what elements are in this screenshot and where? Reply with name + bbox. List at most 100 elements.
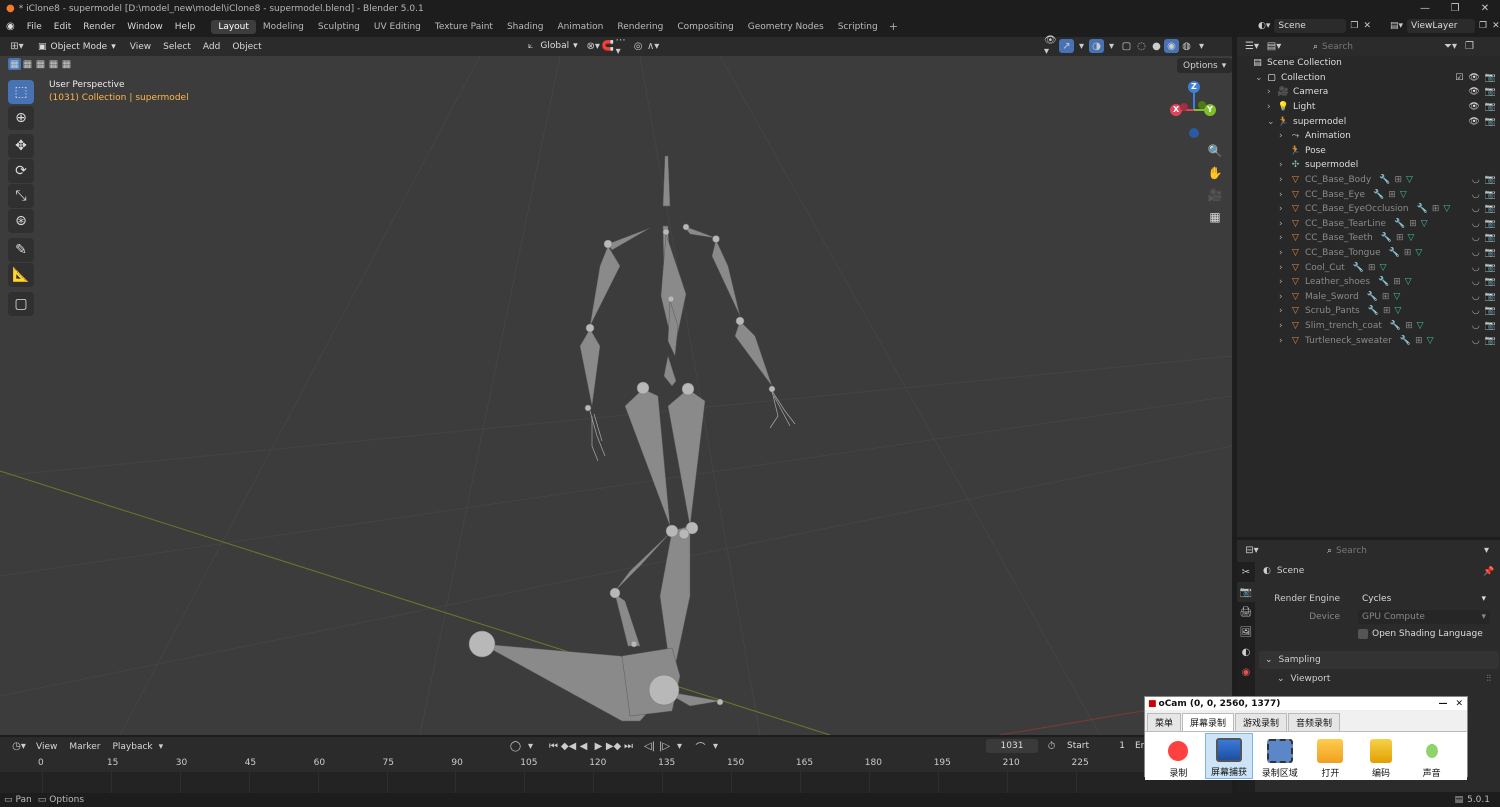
ocam-record-area-button[interactable]: 录制区域 <box>1255 733 1304 779</box>
tab-rendering[interactable]: Rendering <box>610 20 670 34</box>
chevron-right-icon[interactable]: › <box>1279 336 1289 346</box>
ocam-tab-audio-record[interactable]: 音频录制 <box>1288 713 1341 731</box>
cursor-tool[interactable]: ⊕ <box>8 106 34 130</box>
hidden-eye-icon[interactable]: ◡ <box>1472 306 1480 316</box>
scene-icon[interactable]: ◐▾ <box>1258 21 1270 31</box>
hidden-eye-icon[interactable]: ◡ <box>1472 263 1480 273</box>
world-tab-icon[interactable]: ◉ <box>1237 662 1255 682</box>
select-invert-icon[interactable]: ▦ <box>47 58 60 70</box>
osl-checkbox[interactable] <box>1358 629 1368 639</box>
output-tab-icon[interactable]: 🖨 <box>1237 602 1255 622</box>
ocam-title-bar[interactable]: ■ oCam (0, 0, 2560, 1377) — ✕ <box>1145 697 1467 710</box>
outliner-row[interactable]: › ▽ CC_Base_TearLine 🔧 ⊞ ▽ ◡ 📷 <box>1237 217 1500 232</box>
measure-tool[interactable]: 📐 <box>8 263 34 287</box>
close-icon[interactable]: ✕ <box>1470 0 1500 17</box>
ocam-tab-game-record[interactable]: 游戏录制 <box>1235 713 1288 731</box>
render-camera-icon[interactable]: 📷 <box>1485 336 1496 346</box>
maximize-icon[interactable]: ❐ <box>1440 0 1470 17</box>
ocam-encode-button[interactable]: 编码 <box>1357 733 1406 779</box>
outliner-row[interactable]: › ▽ CC_Base_Eye 🔧 ⊞ ▽ ◡ 📷 <box>1237 187 1500 202</box>
tab-compositing[interactable]: Compositing <box>670 20 740 34</box>
eye-icon[interactable]: 👁 <box>1468 73 1479 83</box>
blender-menu-icon[interactable]: ◉ <box>0 21 21 32</box>
filter-icon[interactable]: ⏷▾ <box>1443 40 1458 54</box>
ortho-toggle-button[interactable]: ▦ <box>1204 206 1226 228</box>
render-camera-icon[interactable]: 📷 <box>1485 233 1496 243</box>
outliner-row[interactable]: › ▽ CC_Base_Teeth 🔧 ⊞ ▽ ◡ 📷 <box>1237 231 1500 246</box>
solid-shading-icon[interactable]: ● <box>1149 39 1164 53</box>
ocam-minimize-icon[interactable]: — <box>1438 699 1447 709</box>
chevron-right-icon[interactable]: › <box>1279 248 1289 258</box>
overlay-toggle-icon[interactable]: ◑ <box>1089 39 1104 53</box>
pan-button[interactable]: ✋ <box>1204 162 1226 184</box>
sampling-panel[interactable]: ⌄ Sampling <box>1259 651 1499 669</box>
outliner-row[interactable]: › ▽ CC_Base_Tongue 🔧 ⊞ ▽ ◡ 📷 <box>1237 246 1500 261</box>
add-cube-tool[interactable]: ▢ <box>8 292 34 316</box>
properties-editor-type-icon[interactable]: ⊟▾ <box>1241 544 1263 558</box>
hidden-eye-icon[interactable]: ◡ <box>1472 336 1480 346</box>
chevron-right-icon[interactable]: › <box>1279 263 1289 273</box>
marker-dropdown-icon[interactable]: ▾ <box>672 739 687 753</box>
hidden-eye-icon[interactable]: ◡ <box>1472 233 1480 243</box>
hidden-eye-icon[interactable]: ◡ <box>1472 248 1480 258</box>
outliner-search[interactable]: ⌕ Search <box>1309 39 1395 54</box>
hidden-eye-icon[interactable]: ◡ <box>1472 175 1480 185</box>
chevron-right-icon[interactable]: › <box>1279 277 1289 287</box>
tab-scripting[interactable]: Scripting <box>831 20 885 34</box>
render-tab-icon[interactable]: 📷 <box>1237 582 1255 602</box>
render-camera-icon[interactable]: 📷 <box>1485 73 1496 83</box>
tab-sculpting[interactable]: Sculpting <box>311 20 367 34</box>
timeline-menu-view[interactable]: View <box>30 742 63 752</box>
render-camera-icon[interactable]: 📷 <box>1485 248 1496 258</box>
view-layer-icon[interactable]: ▤▾ <box>1390 21 1403 31</box>
chevron-right-icon[interactable]: › <box>1279 219 1289 229</box>
ocam-record-button[interactable]: 录制 <box>1154 733 1203 779</box>
hidden-eye-icon[interactable]: ◡ <box>1472 204 1480 214</box>
viewport-menu-add[interactable]: Add <box>197 42 226 52</box>
start-frame-field[interactable]: Start 1 <box>1063 739 1129 753</box>
chevron-right-icon[interactable]: › <box>1267 102 1277 112</box>
outliner-row[interactable]: › ▽ Slim_trench_coat 🔧 ⊞ ▽ ◡ 📷 <box>1237 319 1500 334</box>
scene-collection-row[interactable]: ▤ Scene Collection <box>1237 56 1500 71</box>
outliner-row[interactable]: › ▽ Turtleneck_sweater 🔧 ⊞ ▽ ◡ 📷 <box>1237 333 1500 348</box>
navigation-gizmo[interactable]: Z X Y <box>1166 80 1226 140</box>
keying-dropdown-icon[interactable]: ▾ <box>523 739 538 753</box>
hidden-eye-icon[interactable]: ◡ <box>1472 219 1480 229</box>
outliner-row[interactable]: › ▽ Male_Sword 🔧 ⊞ ▽ ◡ 📷 <box>1237 290 1500 305</box>
wireframe-shading-icon[interactable]: ◌ <box>1134 39 1149 53</box>
current-frame-field[interactable]: 1031 <box>986 739 1038 753</box>
timeline-area[interactable]: 0 15 30 45 60 75 90 105 120 135 150 165 180 195 210 225 <box>0 756 1232 793</box>
chevron-right-icon[interactable]: › <box>1279 160 1289 170</box>
visibility-icon[interactable]: 👁▾ <box>1044 35 1059 57</box>
next-marker-icon[interactable]: |▷ <box>657 739 672 753</box>
auto-keying-icon[interactable]: ◯ <box>508 739 523 753</box>
tab-uv-editing[interactable]: UV Editing <box>367 20 428 34</box>
gizmo-toggle-icon[interactable]: ↗ <box>1059 39 1074 53</box>
eye-icon[interactable]: 👁 <box>1468 87 1479 97</box>
overlay-dropdown-icon[interactable]: ▾ <box>1104 39 1119 53</box>
render-camera-icon[interactable]: 📷 <box>1485 321 1496 331</box>
outliner-row[interactable]: › ▽ Scrub_Pants 🔧 ⊞ ▽ ◡ 📷 <box>1237 304 1500 319</box>
presets-icon[interactable]: ⫶⫶ <box>1486 674 1491 684</box>
timeline-editor-type-icon[interactable]: ◷▾ <box>8 740 30 754</box>
ocam-screen-capture-button[interactable]: 屏幕捕获 <box>1204 733 1254 779</box>
tab-texture-paint[interactable]: Texture Paint <box>428 20 500 34</box>
tab-modeling[interactable]: Modeling <box>256 20 311 34</box>
rendered-shading-icon[interactable]: ◍ <box>1179 39 1194 53</box>
ocam-tab-menu[interactable]: 菜单 <box>1147 713 1182 731</box>
viewport-menu-view[interactable]: View <box>124 42 157 52</box>
select-intersect-icon[interactable]: ▦ <box>60 58 73 70</box>
outliner-row[interactable]: › ✣ supermodel <box>1237 158 1500 173</box>
tab-layout[interactable]: Layout <box>211 19 256 34</box>
stopwatch-icon[interactable]: ⏱ <box>1044 739 1059 753</box>
menu-window[interactable]: Window <box>121 22 169 32</box>
ocam-tab-screen-record[interactable]: 屏幕录制 <box>1182 713 1235 731</box>
rotate-tool[interactable]: ⟳ <box>8 159 34 183</box>
outliner-row[interactable]: › ▽ CC_Base_Body 🔧 ⊞ ▽ ◡ 📷 <box>1237 173 1500 188</box>
select-new-icon[interactable]: ▦ <box>8 58 21 70</box>
menu-help[interactable]: Help <box>169 22 202 32</box>
chevron-right-icon[interactable]: › <box>1279 190 1289 200</box>
annotate-tool[interactable]: ✎ <box>8 238 34 262</box>
render-camera-icon[interactable]: 📷 <box>1485 219 1496 229</box>
hidden-eye-icon[interactable]: ◡ <box>1472 292 1480 302</box>
